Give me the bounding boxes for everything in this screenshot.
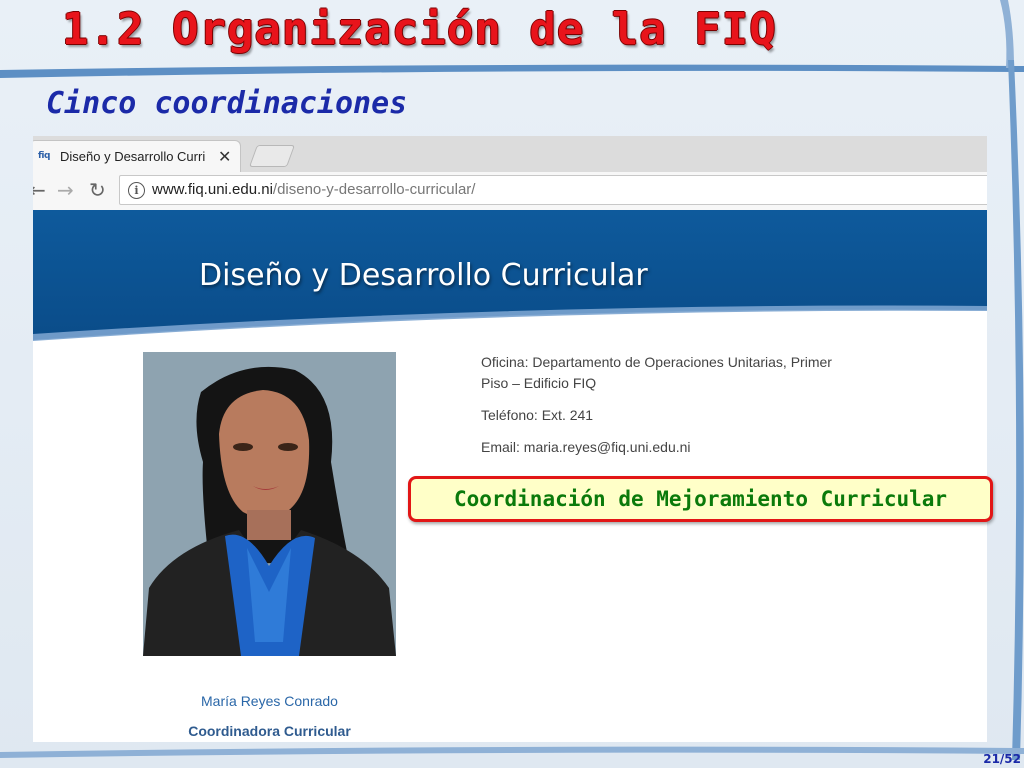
reload-icon[interactable]: ↻ xyxy=(89,178,106,202)
email-text: Email: maria.reyes@fiq.uni.edu.ni xyxy=(481,439,691,455)
forward-arrow-icon[interactable]: → xyxy=(57,178,74,202)
address-bar[interactable]: i www.fiq.uni.edu.ni/diseno-y-desarrollo… xyxy=(119,175,987,205)
page-number: 21/52 xyxy=(983,752,1021,766)
phone-text: Teléfono: Ext. 241 xyxy=(481,407,594,423)
person-name: María Reyes Conrado xyxy=(201,693,338,709)
browser-screenshot: fiq Diseño y Desarrollo Curri ✕ ← → ↻ i … xyxy=(33,136,987,742)
contact-details: Oficina: Departamento de Operaciones Uni… xyxy=(481,352,861,469)
url-text: www.fiq.uni.edu.ni/diseno-y-desarrollo-c… xyxy=(152,181,475,198)
info-icon[interactable]: i xyxy=(128,182,145,199)
right-decoration xyxy=(1008,60,1024,760)
tab-title: Diseño y Desarrollo Curri xyxy=(60,149,206,164)
close-icon[interactable]: ✕ xyxy=(218,147,231,166)
slide-title: 1.2 Organización de la FIQ xyxy=(62,4,777,55)
new-tab-button[interactable] xyxy=(248,145,296,167)
callout-box: Coordinación de Mejoramiento Curricular xyxy=(408,476,993,522)
slide-subtitle: Cinco coordinaciones xyxy=(46,86,408,121)
page-heading: Diseño y Desarrollo Curricular xyxy=(199,258,648,293)
person-photo xyxy=(143,352,396,656)
office-text: Oficina: Departamento de Operaciones Uni… xyxy=(481,354,832,391)
browser-toolbar: ← → ↻ i www.fiq.uni.edu.ni/diseno-y-desa… xyxy=(33,172,987,211)
url-host: www.fiq.uni.edu.ni xyxy=(152,181,273,198)
fiq-favicon-icon: fiq xyxy=(38,151,50,161)
callout-text: Coordinación de Mejoramiento Curricular xyxy=(453,487,948,511)
back-arrow-icon[interactable]: ← xyxy=(33,178,46,202)
page-banner: Diseño y Desarrollo Curricular xyxy=(33,210,987,356)
browser-tab-bar: fiq Diseño y Desarrollo Curri ✕ xyxy=(33,136,987,172)
person-role: Coordinadora Curricular xyxy=(188,723,351,739)
url-path: /diseno-y-desarrollo-curricular/ xyxy=(272,181,476,198)
bottom-decoration xyxy=(0,746,1024,758)
browser-tab[interactable]: fiq Diseño y Desarrollo Curri ✕ xyxy=(33,140,241,172)
